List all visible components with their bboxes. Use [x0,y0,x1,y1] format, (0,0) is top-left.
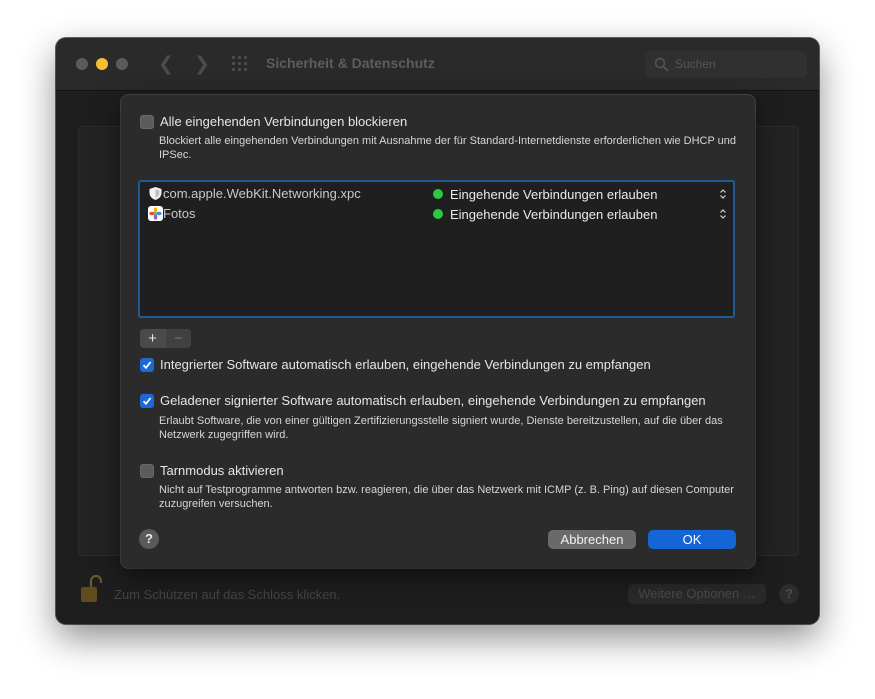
add-app-button[interactable]: + [140,329,165,348]
close-window-button[interactable] [76,58,88,70]
checkmark-icon [142,361,152,370]
app-name: com.apple.WebKit.Networking.xpc [163,186,361,201]
signed-software-checkbox[interactable] [140,394,154,408]
signed-software-description: Erlaubt Software, die von einer gültigen… [159,415,723,441]
stealth-mode-description: Nicht auf Testprogramme antworten bzw. r… [159,484,734,510]
cancel-button[interactable]: Abbrechen [548,530,636,549]
chevron-updown-icon[interactable] [719,188,727,200]
block-all-label: Alle eingehenden Verbindungen blockieren [160,114,408,129]
photos-icon [148,206,163,221]
shield-icon [149,187,162,200]
forward-icon[interactable]: ❯ [194,53,210,76]
block-all-description: Blockiert alle eingehenden Verbindungen … [159,135,737,161]
back-icon[interactable]: ❮ [158,53,174,76]
status-dot-icon [433,189,443,199]
stealth-mode-label: Tarnmodus aktivieren [160,463,284,478]
minimize-window-button[interactable] [96,58,108,70]
show-all-grid-icon[interactable] [232,56,250,74]
app-name: Fotos [163,206,196,221]
checkmark-icon [142,397,152,406]
search-icon [654,57,669,72]
help-icon[interactable]: ? [139,529,159,549]
add-remove-control: + − [140,329,191,348]
status-dot-icon [433,209,443,219]
status-popup[interactable]: Eingehende Verbindungen erlauben [450,207,657,222]
list-item[interactable]: Fotos Eingehende Verbindungen erlauben [140,204,733,224]
help-icon[interactable]: ? [779,584,799,604]
window-title: Sicherheit & Datenschutz [266,55,435,71]
builtin-software-checkbox[interactable] [140,358,154,372]
lock-hint-text: Zum Schützen auf das Schloss klicken. [114,587,341,602]
lock-icon[interactable] [80,574,102,604]
title-bar: ❮ ❯ Sicherheit & Datenschutz Suchen [56,38,819,91]
firewall-options-sheet: Alle eingehenden Verbindungen blockieren… [121,95,755,568]
ok-button[interactable]: OK [648,530,736,549]
zoom-window-button[interactable] [116,58,128,70]
signed-software-label: Geladener signierter Software automatisc… [160,393,706,408]
search-placeholder: Suchen [675,57,716,71]
block-all-checkbox[interactable] [140,115,154,129]
status-popup[interactable]: Eingehende Verbindungen erlauben [450,187,657,202]
chevron-updown-icon[interactable] [719,208,727,220]
more-options-button[interactable]: Weitere Optionen … [628,584,766,604]
list-item[interactable]: com.apple.WebKit.Networking.xpc Eingehen… [140,184,733,204]
builtin-software-label: Integrierter Software automatisch erlaub… [160,357,651,372]
stealth-mode-checkbox[interactable] [140,464,154,478]
app-list[interactable]: com.apple.WebKit.Networking.xpc Eingehen… [138,180,735,318]
remove-app-button[interactable]: − [166,329,191,348]
search-input[interactable]: Suchen [645,51,807,78]
